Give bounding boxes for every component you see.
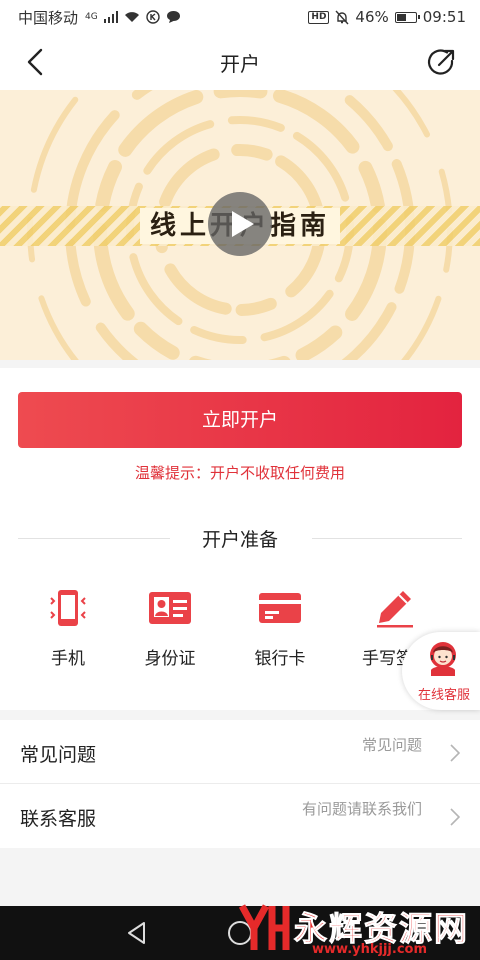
row-title: 联系客服 <box>20 808 97 830</box>
watermark: 永辉资源网 www.yhkjjj.com <box>232 896 480 960</box>
id-card-icon <box>149 592 191 624</box>
chevron-right-icon <box>450 808 460 826</box>
phone-icon <box>50 590 86 626</box>
battery-percent: 46% <box>355 8 389 26</box>
online-service-button[interactable]: 在线客服 <box>402 632 480 710</box>
row-title: 常见问题 <box>20 744 97 766</box>
mute-bell-icon <box>335 10 349 24</box>
watermark-url: www.yhkjjj.com <box>312 942 428 957</box>
bank-card-icon <box>259 593 301 623</box>
row-hint: 常见问题 <box>361 736 422 754</box>
status-left: 中国移动 4G <box>18 7 181 28</box>
row-hint: 有问题请联系我们 <box>301 800 422 818</box>
prep-item-phone: 手机 <box>18 588 118 669</box>
open-account-button[interactable]: 立即开户 <box>18 392 462 448</box>
hd-badge: HD <box>308 10 330 24</box>
play-button[interactable] <box>208 192 272 256</box>
prep-item-label: 银行卡 <box>254 649 306 669</box>
prep-item-label: 手机 <box>51 649 85 669</box>
prep-item-label: 身份证 <box>144 649 196 669</box>
prep-item-bank-card: 银行卡 <box>230 588 330 669</box>
page-title: 开户 <box>220 52 260 76</box>
watermark-logo-icon <box>238 904 290 950</box>
app-screen: 中国移动 4G HD 46% 09:51 开户 立即开户 温馨提示：开户不收取任… <box>0 0 480 960</box>
battery-icon <box>394 11 420 23</box>
share-button[interactable] <box>426 48 456 78</box>
help-list: 常见问题 常见问题 联系客服 有问题请联系我们 <box>0 720 480 848</box>
service-avatar-icon <box>430 642 456 676</box>
list-row-contact[interactable]: 联系客服 有问题请联系我们 <box>0 784 480 848</box>
signal-icon <box>103 11 119 23</box>
prep-item-id-card: 身份证 <box>120 588 220 669</box>
chat-icon <box>167 11 181 23</box>
divider-right <box>312 538 462 539</box>
status-bar: 中国移动 4G HD 46% 09:51 <box>0 0 480 34</box>
wifi-icon <box>125 12 140 22</box>
top-header: 开户 <box>0 34 480 90</box>
pen-icon <box>377 591 413 628</box>
play-icon <box>232 211 254 237</box>
video-banner[interactable]: 线上开户指南 <box>0 90 480 360</box>
k-badge-icon <box>146 10 160 24</box>
fee-tip: 温馨提示：开户不收取任何费用 <box>134 464 345 482</box>
online-service-label: 在线客服 <box>417 688 470 703</box>
status-right: HD 46% 09:51 <box>308 8 466 26</box>
nav-back-icon[interactable] <box>126 921 148 945</box>
network-type: 4G <box>85 12 98 22</box>
clock: 09:51 <box>422 8 466 26</box>
chevron-right-icon <box>450 744 460 762</box>
list-row-faq[interactable]: 常见问题 常见问题 <box>0 720 480 784</box>
carrier-label: 中国移动 <box>18 8 79 27</box>
